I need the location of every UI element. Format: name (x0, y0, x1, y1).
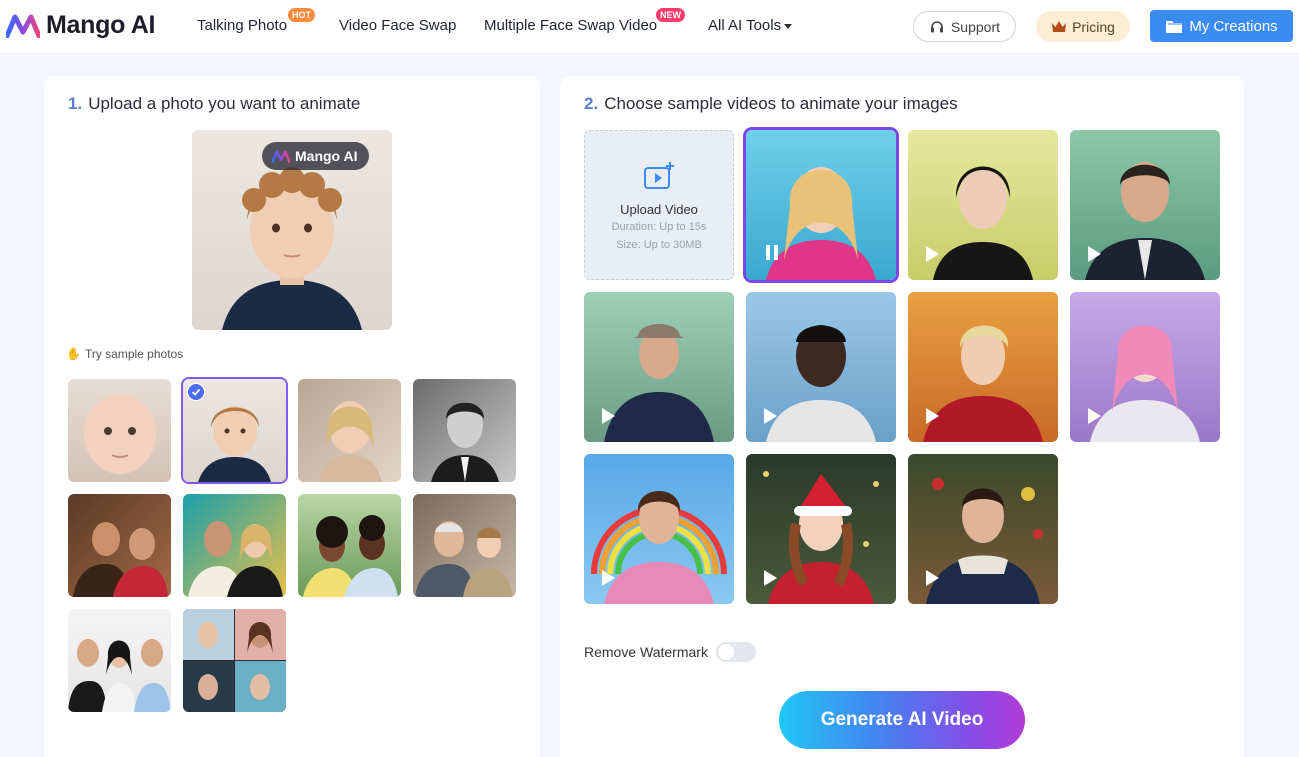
sample-videos-panel: 2. Choose sample videos to animate your i… (560, 76, 1244, 757)
step-title-text: Choose sample videos to animate your ima… (604, 94, 958, 113)
sample-video[interactable] (908, 454, 1058, 604)
crown-icon (1052, 20, 1067, 32)
sample-video[interactable] (746, 292, 896, 442)
play-icon[interactable] (926, 246, 939, 262)
pause-icon[interactable] (766, 245, 780, 260)
sample-video[interactable] (908, 130, 1058, 280)
sample-photo-image (318, 401, 382, 482)
sample-photo-image (415, 521, 513, 597)
pricing-button[interactable]: Pricing (1036, 11, 1130, 42)
step-2-title: 2. Choose sample videos to animate your i… (584, 94, 958, 114)
upload-photo-panel: 1. Upload a photo you want to animate Man… (44, 76, 540, 757)
remove-watermark-row: Remove Watermark (584, 642, 756, 662)
sample-photo-selected[interactable] (183, 379, 286, 482)
sample-video[interactable] (584, 454, 734, 604)
sample-photo-image (188, 521, 283, 597)
video-add-icon (644, 162, 674, 189)
sample-photo-image (431, 402, 499, 482)
logo[interactable]: Mango AI (6, 11, 155, 40)
support-button[interactable]: Support (913, 11, 1016, 42)
top-navbar: Mango AI Talking Photo HOT Video Face Sw… (0, 0, 1299, 54)
play-icon[interactable] (764, 408, 777, 424)
play-icon[interactable] (764, 570, 777, 586)
nav-multiple-face-swap-video[interactable]: Multiple Face Swap Video (484, 17, 657, 34)
sample-photo-image (68, 639, 171, 712)
my-creations-label: My Creations (1189, 17, 1278, 35)
sample-photo[interactable] (413, 494, 516, 597)
my-creations-button[interactable]: My Creations (1150, 10, 1293, 42)
mango-logo-icon (272, 149, 290, 163)
uploaded-photo-preview[interactable]: Mango AI (192, 130, 392, 330)
step-title-text: Upload a photo you want to animate (88, 94, 361, 113)
sample-photo[interactable] (298, 379, 401, 482)
chevron-down-icon (784, 23, 793, 29)
sample-photo[interactable] (183, 494, 286, 597)
remove-watermark-label: Remove Watermark (584, 644, 708, 660)
sample-video[interactable] (746, 454, 896, 604)
sample-photo-image (303, 515, 398, 597)
play-icon[interactable] (926, 570, 939, 586)
mango-logo-icon (6, 14, 40, 38)
sample-video[interactable] (584, 292, 734, 442)
try-sample-photos-label: ✋ Try sample photos (66, 347, 183, 361)
pricing-label: Pricing (1072, 18, 1115, 35)
watermark-text: Mango AI (295, 148, 358, 164)
sample-photo[interactable] (413, 379, 516, 482)
hot-badge: HOT (288, 8, 315, 22)
hand-icon: ✋ (66, 347, 81, 361)
sample-photo-image (73, 522, 168, 597)
new-badge: NEW (656, 8, 685, 22)
nav-talking-photo[interactable]: Talking Photo (197, 17, 287, 34)
nav-all-ai-tools-label: All AI Tools (708, 17, 782, 34)
upload-video-title: Upload Video (620, 202, 698, 217)
sample-photo[interactable] (183, 609, 286, 712)
sample-video[interactable] (908, 292, 1058, 442)
play-icon[interactable] (602, 570, 615, 586)
sample-video[interactable] (1070, 292, 1220, 442)
nav-all-ai-tools[interactable]: All AI Tools (708, 17, 793, 34)
play-icon[interactable] (926, 408, 939, 424)
step-number: 2. (584, 94, 599, 113)
sample-photo[interactable] (68, 609, 171, 712)
play-icon[interactable] (1088, 408, 1101, 424)
try-sample-photos-text: Try sample photos (84, 347, 184, 361)
sample-photo[interactable] (68, 379, 171, 482)
nav-video-face-swap[interactable]: Video Face Swap (339, 17, 456, 34)
sample-photo[interactable] (298, 494, 401, 597)
sample-video-selected[interactable] (746, 130, 896, 280)
sample-video[interactable] (1070, 130, 1220, 280)
watermark-badge: Mango AI (262, 142, 370, 170)
step-1-title: 1. Upload a photo you want to animate (68, 94, 360, 114)
upload-duration-text: Duration: Up to 15s (611, 221, 707, 233)
remove-watermark-toggle[interactable] (715, 642, 756, 662)
folder-icon (1166, 20, 1183, 33)
play-icon[interactable] (602, 408, 615, 424)
sample-photo-image (84, 394, 156, 474)
sample-photo-image (183, 609, 286, 712)
generate-ai-video-button[interactable]: Generate AI Video (779, 691, 1025, 749)
upload-video-tile[interactable]: Upload Video Duration: Up to 15s Size: U… (584, 130, 734, 280)
sample-photo[interactable] (68, 494, 171, 597)
upload-size-text: Size: Up to 30MB (616, 239, 702, 251)
step-number: 1. (68, 94, 83, 113)
selected-check-icon (187, 383, 205, 401)
play-icon[interactable] (1088, 246, 1101, 262)
support-label: Support (950, 18, 1001, 35)
logo-text: Mango AI (46, 11, 156, 39)
headset-icon (930, 20, 943, 32)
